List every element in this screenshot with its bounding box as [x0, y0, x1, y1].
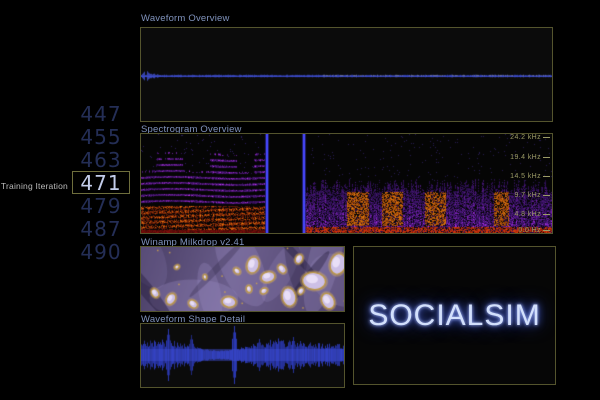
frequency-tick-label: 0.0 Hz: [518, 227, 550, 235]
milkdrop-panel: [140, 246, 345, 312]
tick-mark: [543, 176, 550, 177]
tick-mark: [543, 137, 550, 138]
frequency-tick-label: 4.8 kHz: [514, 211, 550, 219]
iteration-item[interactable]: 471: [72, 171, 130, 194]
socialsim-panel: SOCIALSIM: [353, 246, 556, 385]
tick-mark: [543, 214, 550, 215]
waveform-overview-panel: [140, 27, 553, 122]
tick-mark: [543, 230, 550, 231]
socialsim-logo: SOCIALSIM: [368, 299, 540, 333]
milkdrop-visualization-canvas: [141, 247, 344, 311]
waveform-overview-canvas: [141, 28, 552, 121]
tick-mark: [543, 195, 550, 196]
waveform-overview-title: Waveform Overview: [141, 13, 230, 24]
iteration-item[interactable]: 447: [72, 102, 130, 125]
tick-mark: [543, 157, 550, 158]
iteration-item[interactable]: 487: [72, 217, 130, 240]
training-iteration-list: 447455463471479487490: [72, 102, 130, 263]
iteration-item[interactable]: 455: [72, 125, 130, 148]
frequency-tick-label: 24.2 kHz: [510, 134, 550, 142]
frequency-tick-label: 9.7 kHz: [514, 192, 550, 200]
iteration-item[interactable]: 463: [72, 148, 130, 171]
waveform-detail-canvas: [141, 324, 344, 387]
frequency-tick-label: 19.4 kHz: [510, 154, 550, 162]
spectrogram-canvas: [141, 134, 552, 233]
iteration-item[interactable]: 479: [72, 194, 130, 217]
iteration-item[interactable]: 490: [72, 240, 130, 263]
training-iteration-label: Training Iteration: [0, 181, 68, 191]
app-window: Training Iteration 447455463471479487490…: [0, 0, 600, 400]
frequency-tick-label: 14.5 kHz: [510, 173, 550, 181]
waveform-detail-panel: [140, 323, 345, 388]
spectrogram-overview-panel: 24.2 kHz 19.4 kHz 14.5 kHz 9.7 kHz 4.8 kHz 0.…: [140, 133, 553, 234]
